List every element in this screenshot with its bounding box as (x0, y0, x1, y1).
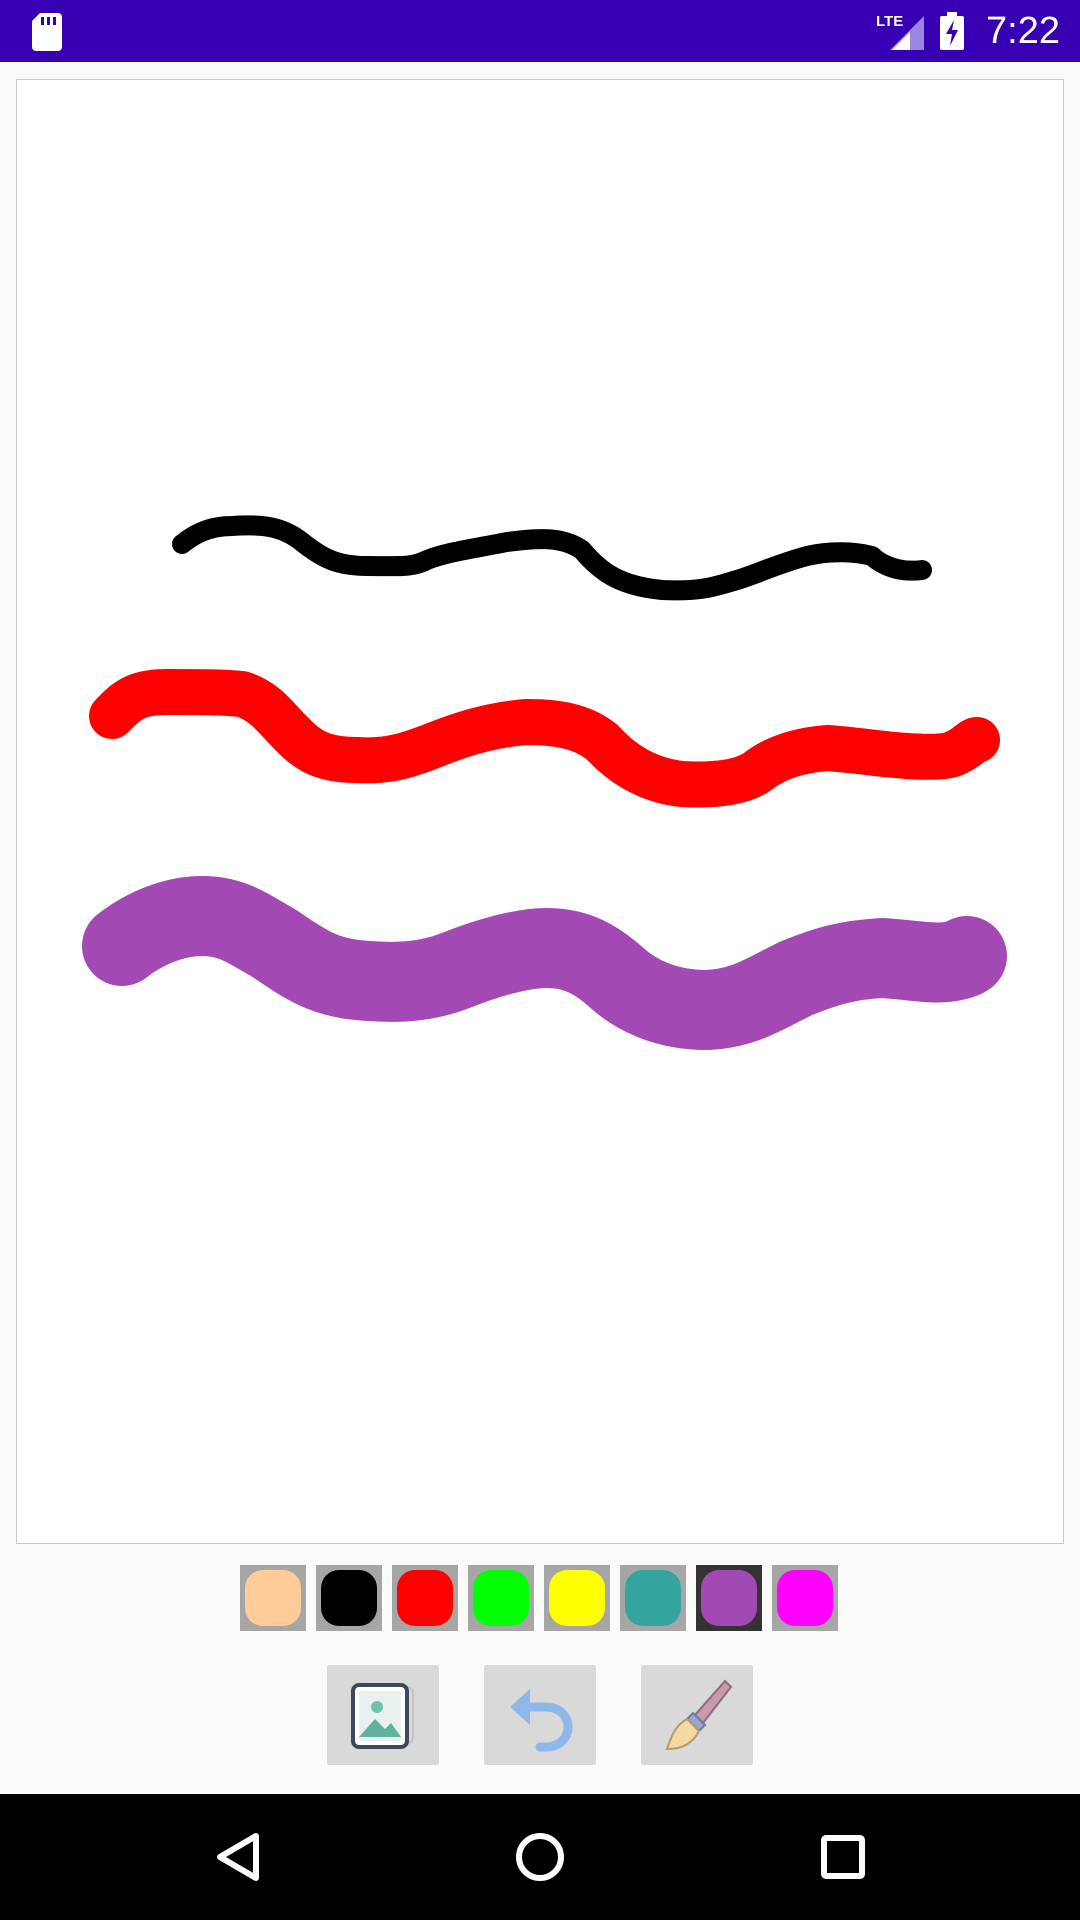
brush-icon (665, 1679, 733, 1751)
signal-icon: LTE (876, 13, 924, 50)
swatch-peach[interactable] (240, 1565, 306, 1631)
sd-card-icon (32, 13, 62, 51)
stroke-black (172, 515, 932, 601)
battery-charging-icon (940, 12, 964, 50)
brush-button[interactable] (641, 1665, 753, 1765)
swatch-red[interactable] (392, 1565, 458, 1631)
swatch-green[interactable] (468, 1565, 534, 1631)
swatch-dot (625, 1570, 681, 1626)
swatch-dot (321, 1570, 377, 1626)
network-label: LTE (876, 13, 903, 30)
gallery-icon (351, 1683, 414, 1749)
swatch-dot (549, 1570, 605, 1626)
swatch-dot (777, 1570, 833, 1626)
swatch-dot (473, 1570, 529, 1626)
drawing-canvas[interactable] (16, 79, 1064, 1544)
swatch-dot (245, 1570, 301, 1626)
stroke-red (89, 669, 1000, 808)
swatch-dot (397, 1570, 453, 1626)
swatch-purple[interactable] (696, 1565, 762, 1631)
swatch-dot (701, 1570, 757, 1626)
drawing-surface[interactable] (17, 80, 1063, 1543)
stroke-purple (82, 876, 1007, 1050)
home-icon[interactable] (510, 1794, 570, 1920)
undo-icon (510, 1689, 573, 1752)
undo-button[interactable] (484, 1665, 596, 1765)
swatch-black[interactable] (316, 1565, 382, 1631)
swatch-yellow[interactable] (544, 1565, 610, 1631)
navigation-bar (0, 1794, 1080, 1920)
recents-icon[interactable] (814, 1794, 874, 1920)
back-icon[interactable] (206, 1794, 266, 1920)
swatch-teal[interactable] (620, 1565, 686, 1631)
color-palette (240, 1565, 840, 1633)
clock: 7:22 (986, 10, 1060, 52)
swatch-magenta[interactable] (772, 1565, 838, 1631)
gallery-button[interactable] (327, 1665, 439, 1765)
status-bar: LTE 7:22 (0, 0, 1080, 62)
